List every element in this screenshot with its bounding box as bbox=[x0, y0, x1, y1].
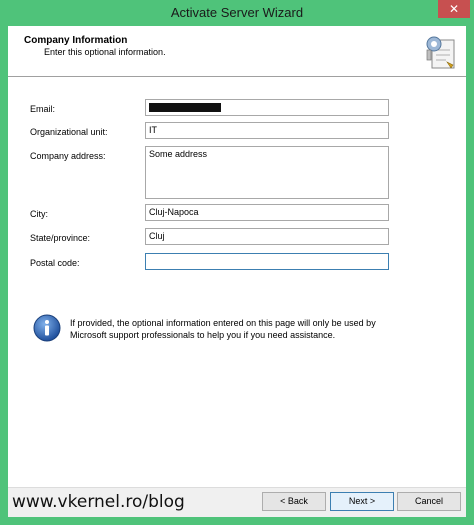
wizard-window: Activate Server Wizard ✕ Company Informa… bbox=[0, 0, 474, 525]
company-address-label: Company address: bbox=[30, 151, 106, 161]
cancel-button[interactable]: Cancel bbox=[397, 492, 461, 511]
org-unit-field[interactable]: IT bbox=[145, 122, 389, 139]
info-icon bbox=[33, 314, 61, 342]
city-field[interactable]: Cluj-Napoca bbox=[145, 204, 389, 221]
postal-code-label: Postal code: bbox=[30, 258, 80, 268]
state-label: State/province: bbox=[30, 233, 91, 243]
postal-code-field[interactable] bbox=[145, 253, 389, 270]
wizard-footer: www.vkernel.ro/blog < Back Next > Cancel bbox=[8, 487, 466, 517]
certificate-icon bbox=[426, 36, 455, 69]
company-address-field[interactable]: Some address bbox=[145, 146, 389, 199]
title-bar: Activate Server Wizard ✕ bbox=[0, 0, 474, 26]
back-button[interactable]: < Back bbox=[262, 492, 326, 511]
state-field[interactable]: Cluj bbox=[145, 228, 389, 245]
watermark-text: www.vkernel.ro/blog bbox=[12, 492, 185, 512]
form-panel: Email: Organizational unit: IT Company a… bbox=[8, 77, 466, 487]
email-field[interactable] bbox=[145, 99, 389, 116]
wizard-header: Company Information Enter this optional … bbox=[8, 26, 466, 77]
org-unit-label: Organizational unit: bbox=[30, 127, 108, 137]
redacted-email-value bbox=[149, 103, 221, 113]
info-message: If provided, the optional information en… bbox=[70, 318, 376, 340]
page-subtitle: Enter this optional information. bbox=[44, 47, 166, 57]
window-title: Activate Server Wizard bbox=[170, 5, 304, 20]
email-label: Email: bbox=[30, 104, 56, 114]
page-title: Company Information bbox=[24, 35, 128, 46]
wizard-client-area: Company Information Enter this optional … bbox=[8, 26, 466, 517]
next-button[interactable]: Next > bbox=[330, 492, 394, 511]
city-label: City: bbox=[30, 209, 48, 219]
close-button[interactable]: ✕ bbox=[438, 0, 470, 18]
